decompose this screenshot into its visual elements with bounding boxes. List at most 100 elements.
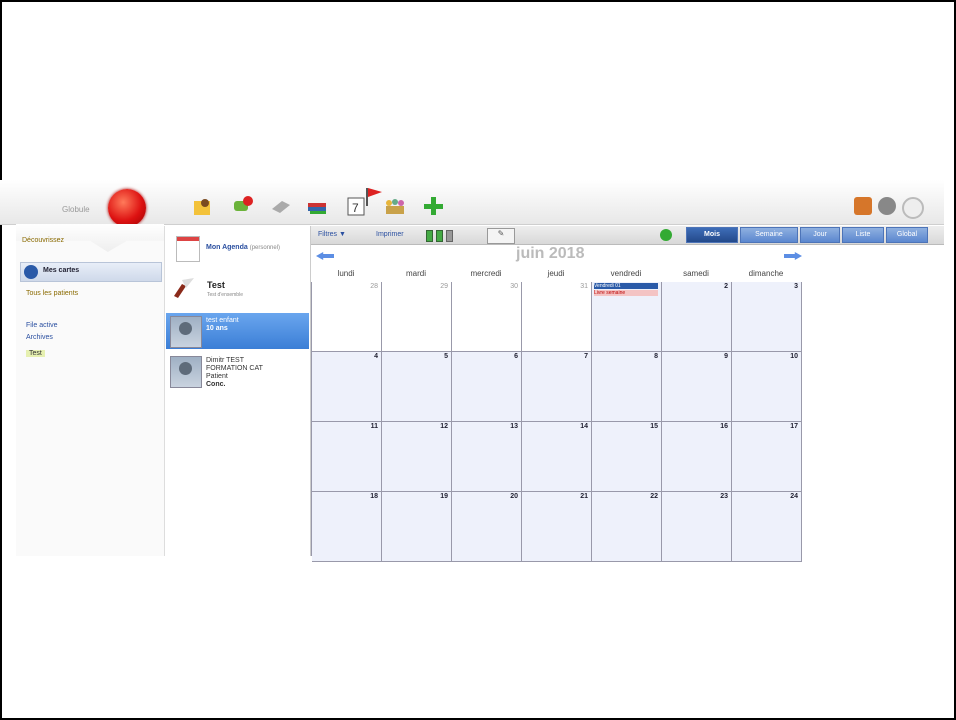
agenda-title: Mon Agenda xyxy=(206,244,248,251)
day-number: 10 xyxy=(790,353,798,360)
mes-cartes-button[interactable]: Mes cartes xyxy=(20,262,162,282)
logo-icon[interactable] xyxy=(108,189,146,227)
calendar-day-cell[interactable]: 4 xyxy=(312,352,382,422)
all-patients-link[interactable]: Tous les patients xyxy=(26,290,78,297)
patient-name: Dimitr TEST xyxy=(206,357,244,364)
patient-role: Patient xyxy=(206,373,228,380)
weekday-label: jeudi xyxy=(547,269,565,278)
eraser-icon[interactable] xyxy=(270,195,292,217)
calendar-event[interactable]: Livre semaine xyxy=(594,290,658,296)
test-subtitle: Test d'ensemble xyxy=(207,292,243,298)
archives-link[interactable]: Archives xyxy=(26,334,53,341)
group-icon[interactable] xyxy=(384,195,406,217)
day-number: 12 xyxy=(440,423,448,430)
print-button[interactable]: Imprimer xyxy=(376,231,404,238)
day-number: 31 xyxy=(580,283,588,290)
date-picker-icon[interactable]: ✎ xyxy=(487,228,515,244)
tag-test[interactable]: Test xyxy=(26,350,45,357)
tab-global[interactable]: Global xyxy=(886,227,928,243)
top-toolbar: Globule 7 xyxy=(0,180,944,227)
section-label[interactable]: Découvrissez xyxy=(22,237,64,244)
calendar-day-cell[interactable]: 12 xyxy=(382,422,452,492)
calendar-day-cell[interactable]: 29 xyxy=(382,282,452,352)
calendar-day-cell[interactable]: 23 xyxy=(662,492,732,562)
calendar-day-cell[interactable]: 13 xyxy=(452,422,522,492)
calendar-day-cell[interactable]: 9 xyxy=(662,352,732,422)
weekday-label: mercredi xyxy=(470,269,502,278)
add-plus-icon[interactable] xyxy=(422,195,444,217)
day-number: 4 xyxy=(374,353,378,360)
day-number: 21 xyxy=(580,493,588,500)
month-title: juin 2018 xyxy=(516,245,585,262)
agenda-icon xyxy=(176,236,200,262)
weekday-label: mardi xyxy=(405,269,426,278)
day-number: 28 xyxy=(370,283,378,290)
day-number: 18 xyxy=(370,493,378,500)
prev-month-arrow-icon[interactable] xyxy=(316,252,334,260)
day-number: 17 xyxy=(790,423,798,430)
tab-jour[interactable]: Jour xyxy=(800,227,840,243)
calendar-event[interactable]: Vendredi 01 xyxy=(594,283,658,289)
calendar-day-cell[interactable]: 6 xyxy=(452,352,522,422)
day-number: 13 xyxy=(510,423,518,430)
filters-button[interactable]: Filtres ▼ xyxy=(318,231,346,238)
flag-icon[interactable] xyxy=(364,186,386,208)
calendar-day-cell[interactable]: 8 xyxy=(592,352,662,422)
calendar-day-cell[interactable]: 20 xyxy=(452,492,522,562)
add-event-icon[interactable] xyxy=(660,229,672,241)
calendar-day-cell[interactable]: 5 xyxy=(382,352,452,422)
day-number: 7 xyxy=(584,353,588,360)
day-number: 11 xyxy=(370,423,378,430)
patient-name: test enfant xyxy=(206,317,239,324)
comment-add-icon[interactable] xyxy=(232,195,254,217)
tab-semaine[interactable]: Semaine xyxy=(740,227,798,243)
calendar-day-cell[interactable]: 16 xyxy=(662,422,732,492)
calendar-day-cell[interactable]: 14 xyxy=(522,422,592,492)
calendar-day-cell[interactable]: 17 xyxy=(732,422,802,492)
patient-group: FORMATION CAT xyxy=(206,365,263,372)
day-number: 29 xyxy=(440,283,448,290)
settings-circle-icon[interactable] xyxy=(902,197,924,219)
day-number: 14 xyxy=(580,423,588,430)
calendar-day-cell[interactable]: 18 xyxy=(312,492,382,562)
day-number: 6 xyxy=(514,353,518,360)
tab-liste[interactable]: Liste xyxy=(842,227,884,243)
calendar-day-cell[interactable]: 1Vendredi 01Livre semaine xyxy=(592,282,662,352)
calendar-day-cell[interactable]: 15 xyxy=(592,422,662,492)
day-number: 5 xyxy=(444,353,448,360)
test-title[interactable]: Test xyxy=(207,280,225,290)
list-item[interactable]: test enfant 10 ans xyxy=(166,313,309,349)
calendar-day-cell[interactable]: 24 xyxy=(732,492,802,562)
calendar-day-cell[interactable]: 10 xyxy=(732,352,802,422)
calendar-day-cell[interactable]: 28 xyxy=(312,282,382,352)
day-number: 3 xyxy=(794,283,798,290)
day-number: 16 xyxy=(720,423,728,430)
calendar-day-cell[interactable]: 21 xyxy=(522,492,592,562)
weekday-label: lundi xyxy=(337,269,355,278)
circle-gray-icon[interactable] xyxy=(878,197,896,215)
next-month-arrow-icon[interactable] xyxy=(784,252,802,260)
list-item[interactable]: Dimitr TEST FORMATION CAT Patient Conc. xyxy=(166,353,309,397)
calendar-day-cell[interactable]: 19 xyxy=(382,492,452,562)
calendar-day-cell[interactable]: 3 xyxy=(732,282,802,352)
svg-text:7: 7 xyxy=(352,201,359,215)
briefcase-icon[interactable] xyxy=(854,197,872,215)
calendar-day-cell[interactable]: 31 xyxy=(522,282,592,352)
calendar-day-cell[interactable]: 7 xyxy=(522,352,592,422)
calendar-day-cell[interactable]: 2 xyxy=(662,282,732,352)
day-number: 20 xyxy=(510,493,518,500)
tab-mois[interactable]: Mois xyxy=(686,227,738,243)
agenda-link[interactable]: Mon Agenda (personnel) xyxy=(206,244,280,251)
battery-icon xyxy=(446,230,453,242)
home-icon xyxy=(24,265,38,279)
calendar-day-cell[interactable]: 30 xyxy=(452,282,522,352)
folder-person-icon[interactable] xyxy=(192,195,214,217)
file-active-link[interactable]: File active xyxy=(26,322,58,329)
day-number: 2 xyxy=(724,283,728,290)
day-number: 15 xyxy=(650,423,658,430)
avatar xyxy=(170,316,202,348)
calendar-day-cell[interactable]: 11 xyxy=(312,422,382,492)
calendar-day-cell[interactable]: 22 xyxy=(592,492,662,562)
day-number: 24 xyxy=(790,493,798,500)
books-icon[interactable] xyxy=(306,195,328,217)
